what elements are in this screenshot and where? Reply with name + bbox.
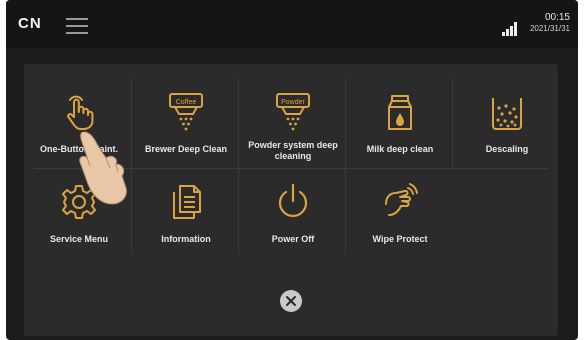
- signal-icon: [502, 22, 518, 36]
- tile-descaling[interactable]: Descaling: [452, 78, 562, 168]
- icon-text: Powder: [281, 99, 305, 106]
- tile-label: Service Menu: [49, 234, 109, 244]
- tile-label: Power Off: [271, 234, 315, 244]
- clock-date: 2021/31/31: [529, 24, 570, 33]
- tile-information[interactable]: Information: [131, 168, 241, 258]
- tile-label-line2: cleaning: [274, 151, 312, 161]
- tile-brewer-deep-clean[interactable]: Coffee Brewer Deep Clean: [131, 78, 241, 168]
- close-button[interactable]: [280, 290, 302, 312]
- coffee-unit-icon: Coffee: [169, 93, 203, 131]
- menu-icon[interactable]: [66, 18, 88, 34]
- tile-label: Information: [161, 234, 211, 244]
- tile-power-off[interactable]: Power Off: [238, 168, 348, 258]
- tile-wipe-protect[interactable]: Wipe Protect: [345, 168, 455, 258]
- tile-label: Powder system deep cleaning: [234, 140, 352, 162]
- device-screen: CN 00:15 2021/31/31 One-Button Maint. Co…: [6, 0, 578, 340]
- tile-label: Milk deep clean: [366, 144, 434, 154]
- powder-unit-icon: Powder: [276, 93, 310, 131]
- close-icon: [286, 296, 296, 306]
- documents-icon: [173, 185, 201, 219]
- power-icon: [278, 183, 308, 217]
- clock: 00:15 2021/31/31: [530, 12, 570, 34]
- tile-milk-deep-clean[interactable]: Milk deep clean: [345, 78, 455, 168]
- milk-carton-icon: [388, 95, 412, 130]
- descaling-cup-icon: [492, 98, 522, 130]
- status-bar: CN 00:15 2021/31/31: [6, 0, 578, 48]
- pointing-hand-icon: [79, 131, 127, 205]
- icon-text: Coffee: [176, 99, 197, 106]
- clock-time: 00:15: [544, 12, 570, 23]
- tile-label: Wipe Protect: [372, 234, 428, 244]
- tile-label: Brewer Deep Clean: [144, 144, 228, 154]
- tile-powder-system-deep-cleaning[interactable]: Powder Powder system deep cleaning: [238, 78, 348, 168]
- language-toggle[interactable]: CN: [18, 15, 42, 32]
- hand-tap-icon: [67, 95, 94, 130]
- wipe-hand-icon: [385, 183, 418, 216]
- tile-label: Descaling: [485, 144, 529, 154]
- tile-label-line1: Powder system deep: [248, 140, 338, 150]
